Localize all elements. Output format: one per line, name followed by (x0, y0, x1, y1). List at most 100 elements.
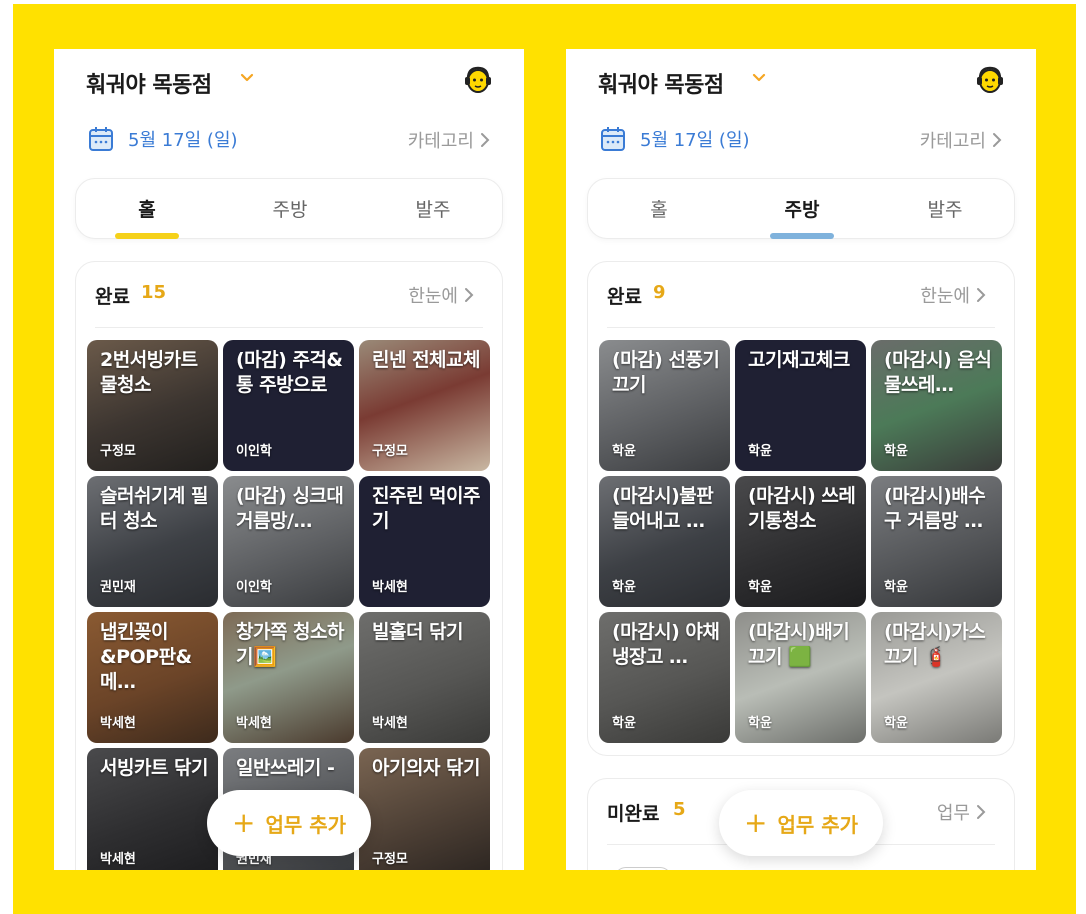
category-label: 카테고리 (919, 131, 986, 152)
add-task-button[interactable]: + 업무 추가 (207, 790, 371, 856)
task-assignee: 구정모 (372, 852, 408, 867)
task-tile[interactable]: (마감시) 야채냉장고 … 학윤 (599, 612, 730, 743)
task-title: 서빙카트 닦기 (100, 757, 209, 779)
chevron-right-icon (993, 133, 1002, 147)
task-tile[interactable]: (마감시) 음식물쓰레… 학윤 (871, 340, 1002, 471)
add-task-label: 업무 추가 (777, 812, 859, 837)
task-tile[interactable]: (마감) 선풍기 끄기학윤 (599, 340, 730, 471)
section-title: 완료 (607, 286, 642, 308)
tab-kitchen[interactable]: 주방 (731, 179, 873, 239)
task-tile[interactable]: (마감시)가스 끄기 🧯 학윤 (871, 612, 1002, 743)
support-mascot-icon[interactable] (464, 65, 492, 95)
date-label: 5월 17일 (일) (640, 130, 750, 151)
tab-order[interactable]: 발주 (874, 179, 1016, 238)
filter-chip[interactable] (614, 867, 672, 870)
tab-order[interactable]: 발주 (362, 179, 504, 238)
task-assignee: 학윤 (612, 716, 636, 731)
task-tile[interactable]: (마감시) 쓰레기통청소학윤 (735, 476, 866, 607)
section-count: 5 (673, 799, 686, 820)
divider (95, 327, 483, 328)
task-title: 일반쓰레기 - (236, 757, 335, 779)
task-tile[interactable]: 서빙카트 닦기 박세현 (87, 748, 218, 870)
phone-screen-hall: 훠궈야 목동점 5월 17일 (일) 카테고리 홀 주방 발주 완료 15 한눈… (54, 49, 524, 870)
task-assignee: 학윤 (748, 580, 772, 595)
plus-icon: + (231, 806, 256, 839)
category-link[interactable]: 카테고리 (920, 127, 1002, 153)
section-count: 9 (653, 282, 666, 303)
task-title: (마감) 싱크대 거름망/… (236, 485, 344, 532)
task-assignee: 학윤 (748, 716, 772, 731)
add-task-button[interactable]: + 업무 추가 (719, 790, 883, 856)
tab-hall[interactable]: 홀 (76, 179, 218, 239)
task-tile[interactable]: 아기의자 닦기구정모 (359, 748, 490, 870)
tasks-link[interactable]: 업무 (937, 799, 986, 825)
task-title: 린넨 전체교체 (372, 349, 481, 371)
task-tile[interactable]: (마감시)불판 들어내고 … 학윤 (599, 476, 730, 607)
task-tile[interactable]: 창가쪽 청소하기🖼️ 박세현 (223, 612, 354, 743)
task-title: 빌홀더 닦기 (372, 621, 464, 643)
view-all-link[interactable]: 한눈에 (920, 282, 986, 308)
chevron-right-icon (977, 805, 986, 819)
view-all-label: 한눈에 (408, 286, 458, 307)
task-title: (마감) 선풍기 끄기 (612, 349, 720, 396)
active-tab-underline (770, 233, 834, 239)
task-assignee: 구정모 (372, 444, 408, 459)
task-title: 2번서빙카트 물청소 (100, 349, 198, 396)
task-tile[interactable]: (마감시)배수구 거름망 … 학윤 (871, 476, 1002, 607)
calendar-icon (89, 127, 113, 151)
task-title: (마감시)배기 끄기 🟩 (748, 621, 850, 668)
tab-hall[interactable]: 홀 (588, 179, 730, 238)
store-name[interactable]: 훠궈야 목동점 (598, 67, 724, 99)
chevron-right-icon (977, 288, 986, 302)
task-tile[interactable]: 빌홀더 닦기 박세현 (359, 612, 490, 743)
view-all-link[interactable]: 한눈에 (408, 282, 474, 308)
active-tab-underline (115, 233, 179, 239)
task-title: 고기재고체크 (748, 349, 850, 371)
add-task-label: 업무 추가 (265, 812, 347, 837)
store-name[interactable]: 훠궈야 목동점 (86, 67, 212, 99)
task-tile[interactable]: 고기재고체크학윤 (735, 340, 866, 471)
task-assignee: 학윤 (748, 444, 772, 459)
support-mascot-icon[interactable] (976, 65, 1004, 95)
date-selector[interactable]: 5월 17일 (일) (88, 125, 238, 153)
section-title: 미완료 (607, 803, 660, 825)
chevron-down-icon[interactable] (752, 71, 766, 85)
category-link[interactable]: 카테고리 (408, 127, 490, 153)
calendar-icon (601, 127, 625, 151)
tab-bar: 홀 주방 발주 (587, 178, 1015, 239)
task-tile[interactable]: (마감) 주걱& 통 주방으로 이인학 (223, 340, 354, 471)
task-title: (마감시)가스 끄기 🧯 (884, 621, 986, 668)
task-tile[interactable]: 진주린 먹이주기 박세현 (359, 476, 490, 607)
section-count: 15 (141, 282, 167, 303)
task-tile[interactable]: (마감) 싱크대 거름망/… 이인학 (223, 476, 354, 607)
tab-hall-label: 홀 (650, 199, 668, 221)
tab-order-label: 발주 (415, 199, 451, 221)
task-title: (마감시) 쓰레기통청소 (748, 485, 856, 532)
task-title: (마감) 주걱& 통 주방으로 (236, 349, 343, 396)
task-tile[interactable]: (마감시)배기 끄기 🟩 학윤 (735, 612, 866, 743)
completed-section: 완료 15 한눈에 2번서빙카트 물청소 구정모 (마감) 주걱& 통 주방으로 이인… (75, 261, 503, 870)
tab-kitchen[interactable]: 주방 (219, 179, 361, 238)
task-tile[interactable]: 2번서빙카트 물청소구정모 (87, 340, 218, 471)
tab-kitchen-label: 주방 (784, 199, 820, 221)
section-title: 완료 (95, 286, 130, 308)
tab-bar: 홀 주방 발주 (75, 178, 503, 239)
chevron-down-icon[interactable] (240, 71, 254, 85)
chevron-right-icon (481, 133, 490, 147)
task-assignee: 박세현 (100, 716, 136, 731)
task-tile[interactable]: 냅킨꽂이&POP판&메… 박세현 (87, 612, 218, 743)
task-assignee: 박세현 (236, 716, 272, 731)
task-tile[interactable]: 린넨 전체교체구정모 (359, 340, 490, 471)
tab-hall-label: 홀 (138, 199, 156, 221)
task-title: 진주린 먹이주기 (372, 485, 481, 532)
tab-kitchen-label: 주방 (272, 199, 308, 221)
date-label: 5월 17일 (일) (128, 130, 238, 151)
task-assignee: 구정모 (100, 444, 136, 459)
task-assignee: 학윤 (612, 444, 636, 459)
date-selector[interactable]: 5월 17일 (일) (600, 125, 750, 153)
task-assignee: 학윤 (884, 716, 908, 731)
completed-section: 완료 9 한눈에 (마감) 선풍기 끄기 학윤 고기재고체크 학윤 (마감시) 음식물쓰… (587, 261, 1015, 756)
task-assignee: 권민재 (100, 580, 136, 595)
task-tile[interactable]: 슬러쉬기계 필터 청소 권민재 (87, 476, 218, 607)
task-title: 아기의자 닦기 (372, 757, 481, 779)
